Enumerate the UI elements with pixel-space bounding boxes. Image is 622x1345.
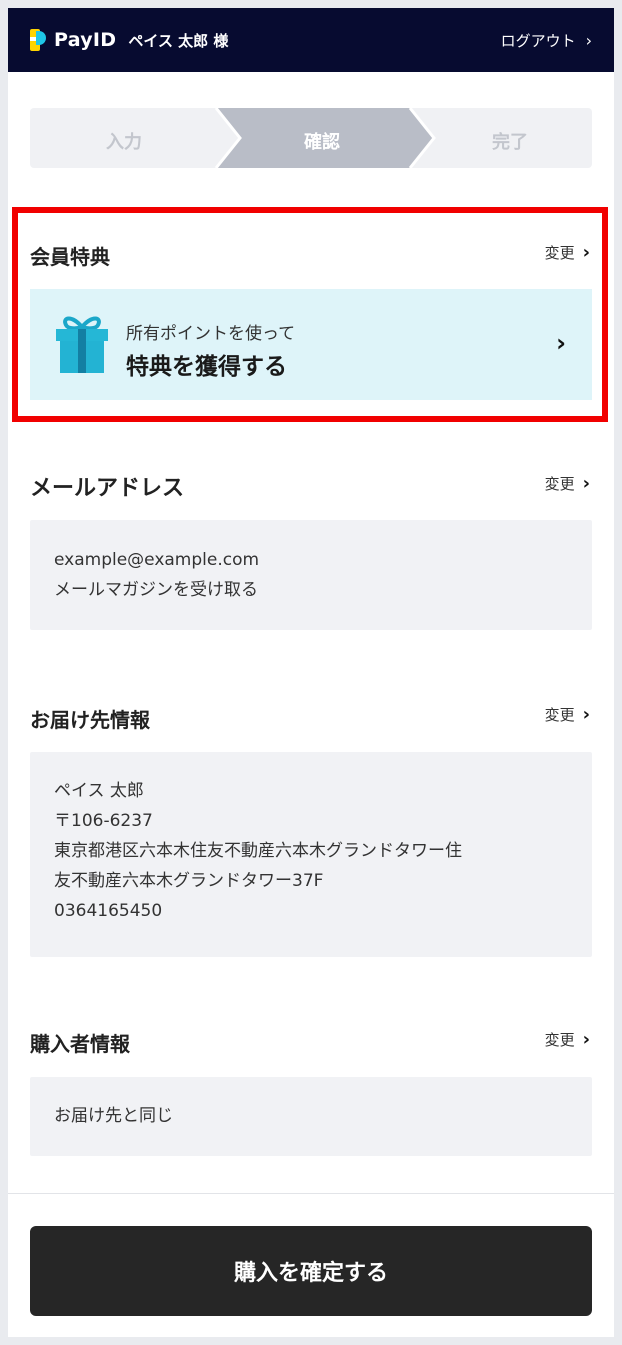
- step-complete: 完了: [492, 132, 528, 153]
- benefit-card[interactable]: 所有ポイントを使って 特典を獲得する ›: [30, 289, 592, 400]
- brand-name: PayID: [54, 29, 117, 51]
- chevron-right-icon: ›: [582, 1029, 590, 1050]
- benefit-main-text: 特典を獲得する: [126, 354, 287, 380]
- confirm-purchase-button[interactable]: 購入を確定する: [30, 1226, 592, 1316]
- brand: PayID ペイス 太郎 様: [30, 29, 228, 51]
- recipient-name: ペイス 太郎: [54, 781, 144, 801]
- footer-divider: [8, 1193, 614, 1194]
- phone-number: 0364165450: [54, 901, 163, 921]
- buyer-info: お届け先と同じ: [54, 1106, 173, 1126]
- buyer-change-link[interactable]: 変更 ›: [545, 1029, 590, 1050]
- change-label: 変更: [544, 1031, 575, 1049]
- address-line-1: 東京都港区六本木住友不動産六本木グランドタワー住: [54, 841, 462, 861]
- gift-box-icon: [56, 316, 108, 373]
- change-label: 変更: [544, 706, 575, 724]
- buyer-title: 購入者情報: [30, 1032, 130, 1056]
- delivery-title: お届け先情報: [30, 708, 150, 732]
- logout-label: ログアウト: [500, 31, 576, 50]
- change-label: 変更: [544, 475, 575, 493]
- newsletter-status: メールマガジンを受け取る: [54, 580, 258, 600]
- change-label: 変更: [544, 244, 575, 262]
- email-card: example@example.com メールマガジンを受け取る: [30, 520, 592, 630]
- chevron-right-icon: ›: [585, 30, 592, 50]
- chevron-right-icon: ›: [556, 329, 566, 357]
- page-frame: PayID ペイス 太郎 様 ログアウト › 入力 確認 完了 会員特典 変更 …: [8, 8, 614, 1337]
- postal-code: 〒106-6237: [54, 811, 153, 831]
- progress-stepper: 入力 確認 完了: [30, 108, 592, 168]
- delivery-change-link[interactable]: 変更 ›: [545, 704, 590, 725]
- delivery-card: ペイス 太郎 〒106-6237 東京都港区六本木住友不動産六本木グランドタワー…: [30, 752, 592, 957]
- benefit-subtitle: 所有ポイントを使って: [126, 324, 296, 344]
- chevron-right-icon: ›: [582, 242, 590, 263]
- chevron-right-icon: ›: [582, 704, 590, 725]
- benefit-change-link[interactable]: 変更 ›: [545, 242, 590, 263]
- benefit-title: 会員特典: [30, 245, 110, 269]
- user-name: ペイス 太郎 様: [128, 31, 229, 50]
- payid-logo-icon: [30, 29, 46, 51]
- email-address: example@example.com: [54, 550, 260, 570]
- email-title: メールアドレス: [30, 476, 185, 501]
- logout-link[interactable]: ログアウト ›: [501, 30, 592, 51]
- app-header: PayID ペイス 太郎 様 ログアウト ›: [8, 8, 614, 72]
- buyer-card: お届け先と同じ: [30, 1077, 592, 1156]
- step-input: 入力: [106, 132, 142, 153]
- email-change-link[interactable]: 変更 ›: [545, 473, 590, 494]
- chevron-right-icon: ›: [582, 473, 590, 494]
- address-line-2: 友不動産六本木グランドタワー37F: [54, 871, 324, 891]
- step-confirm: 確認: [304, 132, 340, 153]
